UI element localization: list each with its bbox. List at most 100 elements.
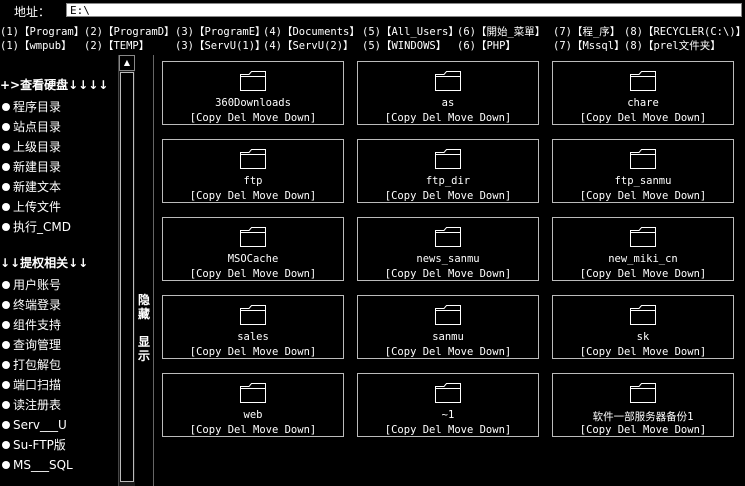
sidebar-item-new-text[interactable]: 新建文本 — [0, 177, 61, 197]
quick-link[interactable]: (6)【開始_菜單】 — [457, 24, 545, 39]
quick-link[interactable]: (5)【WINDOWS】 — [362, 38, 446, 53]
folder-icon[interactable] — [434, 148, 462, 170]
sidebar-item-serv-u[interactable]: Serv___U — [0, 415, 67, 435]
folder-tile[interactable]: sales [Copy Del Move Down] — [162, 295, 344, 359]
scrollbar-thumb[interactable] — [120, 72, 134, 482]
folder-icon[interactable] — [434, 304, 462, 326]
sidebar-item-pack-unpack[interactable]: 打包解包 — [0, 355, 61, 375]
folder-name[interactable]: MSOCache — [163, 253, 343, 265]
folder-name[interactable]: 软件一部服务器备份1 — [553, 409, 733, 424]
folder-name[interactable]: news_sanmu — [358, 253, 538, 265]
folder-actions[interactable]: [Copy Del Move Down] — [163, 190, 343, 202]
sidebar-item-terminal-login[interactable]: 终端登录 — [0, 295, 61, 315]
folder-name[interactable]: web — [163, 409, 343, 421]
folder-actions[interactable]: [Copy Del Move Down] — [553, 190, 733, 202]
sidebar-item-parent-dir[interactable]: 上级目录 — [0, 137, 61, 157]
sidebar-item-program-dir[interactable]: 程序目录 — [0, 97, 61, 117]
folder-tile[interactable]: web [Copy Del Move Down] — [162, 373, 344, 437]
folder-actions[interactable]: [Copy Del Move Down] — [358, 190, 538, 202]
folder-actions[interactable]: [Copy Del Move Down] — [163, 268, 343, 280]
toggle-sidebar-button[interactable]: 隐 藏 显 示 — [137, 293, 151, 363]
quick-link[interactable]: (3)【ProgramE】 — [175, 24, 266, 39]
sidebar-item-site-dir[interactable]: 站点目录 — [0, 117, 61, 137]
folder-actions[interactable]: [Copy Del Move Down] — [553, 424, 733, 436]
sidebar-item-port-scan[interactable]: 端口扫描 — [0, 375, 61, 395]
folder-tile[interactable]: as [Copy Del Move Down] — [357, 61, 539, 125]
folder-actions[interactable]: [Copy Del Move Down] — [358, 268, 538, 280]
folder-icon[interactable] — [239, 148, 267, 170]
folder-name[interactable]: 360Downloads — [163, 97, 343, 109]
folder-actions[interactable]: [Copy Del Move Down] — [358, 112, 538, 124]
quick-link[interactable]: (2)【ProgramD】 — [84, 24, 175, 39]
folder-icon[interactable] — [239, 226, 267, 248]
folder-icon[interactable] — [629, 226, 657, 248]
folder-icon[interactable] — [434, 226, 462, 248]
quick-link[interactable]: (1)【Program】 — [0, 24, 84, 39]
folder-icon[interactable] — [629, 304, 657, 326]
folder-tile[interactable]: 360Downloads [Copy Del Move Down] — [162, 61, 344, 125]
sidebar-item-upload[interactable]: 上传文件 — [0, 197, 61, 217]
folder-actions[interactable]: [Copy Del Move Down] — [358, 346, 538, 358]
folder-actions[interactable]: [Copy Del Move Down] — [553, 268, 733, 280]
folder-tile[interactable]: ~1 [Copy Del Move Down] — [357, 373, 539, 437]
folder-icon[interactable] — [434, 70, 462, 92]
folder-actions[interactable]: [Copy Del Move Down] — [553, 346, 733, 358]
sidebar-item-su-ftp[interactable]: Su-FTP版 — [0, 435, 66, 455]
triangle-up-icon[interactable]: ▲ — [119, 55, 135, 71]
folder-actions[interactable]: [Copy Del Move Down] — [163, 346, 343, 358]
sidebar-item-new-dir[interactable]: 新建目录 — [0, 157, 61, 177]
folder-tile[interactable]: chare [Copy Del Move Down] — [552, 61, 734, 125]
sidebar-item-component-support[interactable]: 组件支持 — [0, 315, 61, 335]
sidebar-section-disk-title[interactable]: +>查看硬盘↓↓↓↓ — [0, 75, 108, 95]
folder-tile[interactable]: ftp_dir [Copy Del Move Down] — [357, 139, 539, 203]
folder-tile[interactable]: sanmu [Copy Del Move Down] — [357, 295, 539, 359]
folder-name[interactable]: ftp — [163, 175, 343, 187]
folder-name[interactable]: ftp_sanmu — [553, 175, 733, 187]
quick-link[interactable]: (8)【prel文件夹】 — [624, 38, 721, 53]
folder-icon[interactable] — [239, 304, 267, 326]
quick-link[interactable]: (4)【Documents】 — [263, 24, 360, 39]
folder-tile[interactable]: sk [Copy Del Move Down] — [552, 295, 734, 359]
folder-tile[interactable]: ftp_sanmu [Copy Del Move Down] — [552, 139, 734, 203]
folder-icon[interactable] — [629, 70, 657, 92]
sidebar-item-ms-sql[interactable]: MS___SQL — [0, 455, 73, 475]
folder-name[interactable]: sanmu — [358, 331, 538, 343]
folder-tile[interactable]: news_sanmu [Copy Del Move Down] — [357, 217, 539, 281]
folder-icon[interactable] — [434, 382, 462, 404]
quick-link[interactable]: (4)【ServU(2)】 — [263, 38, 354, 53]
folder-tile[interactable]: new_miki_cn [Copy Del Move Down] — [552, 217, 734, 281]
sidebar-item-query-manage[interactable]: 查询管理 — [0, 335, 61, 355]
folder-actions[interactable]: [Copy Del Move Down] — [358, 424, 538, 436]
sidebar-scrollbar[interactable]: ▲ — [118, 55, 135, 486]
quick-link[interactable]: (1)【wmpub】 — [0, 38, 72, 53]
sidebar-item-cmd[interactable]: 执行_CMD — [0, 217, 71, 237]
folder-tile[interactable]: 软件一部服务器备份1 [Copy Del Move Down] — [552, 373, 734, 437]
quick-link[interactable]: (3)【ServU(1)】 — [175, 38, 266, 53]
sidebar-item-user-accounts[interactable]: 用户账号 — [0, 275, 61, 295]
quick-link[interactable]: (2)【TEMP】 — [84, 38, 149, 53]
folder-actions[interactable]: [Copy Del Move Down] — [163, 112, 343, 124]
quick-link[interactable]: (8)【RECYCLER(C:\)】 — [624, 24, 745, 39]
folder-icon[interactable] — [239, 382, 267, 404]
folder-icon[interactable] — [239, 70, 267, 92]
folder-name[interactable]: as — [358, 97, 538, 109]
folder-name[interactable]: sk — [553, 331, 733, 343]
folder-name[interactable]: ftp_dir — [358, 175, 538, 187]
sidebar-section-privilege-title[interactable]: ↓↓提权相关↓↓ — [0, 253, 88, 273]
quick-link[interactable]: (5)【All_Users】 — [362, 24, 459, 39]
folder-name[interactable]: new_miki_cn — [553, 253, 733, 265]
folder-actions[interactable]: [Copy Del Move Down] — [553, 112, 733, 124]
quick-link[interactable]: (7)【程_序】 — [553, 24, 620, 39]
folder-tile[interactable]: MSOCache [Copy Del Move Down] — [162, 217, 344, 281]
folder-icon[interactable] — [629, 148, 657, 170]
folder-name[interactable]: chare — [553, 97, 733, 109]
folder-name[interactable]: ~1 — [358, 409, 538, 421]
quick-link[interactable]: (6)【PHP】 — [457, 38, 516, 53]
folder-actions[interactable]: [Copy Del Move Down] — [163, 424, 343, 436]
sidebar-item-read-registry[interactable]: 读注册表 — [0, 395, 61, 415]
address-input[interactable]: E:\ — [66, 3, 742, 17]
folder-name[interactable]: sales — [163, 331, 343, 343]
quick-link[interactable]: (7)【Mssql】 — [553, 38, 625, 53]
folder-tile[interactable]: ftp [Copy Del Move Down] — [162, 139, 344, 203]
folder-icon[interactable] — [629, 382, 657, 404]
